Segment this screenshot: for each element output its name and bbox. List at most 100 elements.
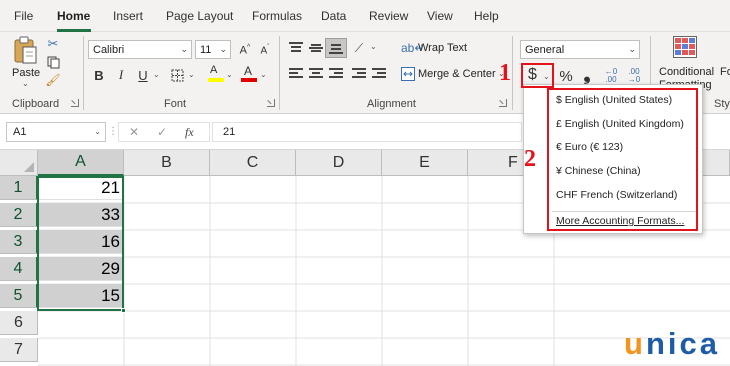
row-header[interactable]: 4 bbox=[0, 257, 38, 281]
comma-icon: ❟ bbox=[583, 63, 591, 84]
insert-function-icon[interactable]: fx bbox=[185, 125, 194, 140]
tab-view[interactable]: View bbox=[427, 9, 453, 23]
decrease-decimal-icon: .00 →0 bbox=[627, 67, 641, 84]
formula-controls: ✕ ✓ fx bbox=[118, 122, 210, 142]
row-header[interactable]: 6 bbox=[0, 311, 38, 335]
column-header[interactable]: A bbox=[38, 150, 124, 176]
cell-a3[interactable]: 16 bbox=[38, 230, 124, 254]
row-header[interactable]: 3 bbox=[0, 230, 38, 254]
tab-formulas[interactable]: Formulas bbox=[252, 9, 302, 23]
top-align-icon bbox=[289, 42, 303, 54]
font-color-button[interactable]: A bbox=[238, 63, 260, 83]
italic-icon: I bbox=[118, 67, 124, 82]
chevron-down-icon: ⌄ bbox=[153, 70, 160, 79]
align-left-button[interactable] bbox=[285, 64, 307, 84]
chevron-down-icon: ⌄ bbox=[226, 70, 233, 79]
italic-button[interactable]: I bbox=[110, 65, 132, 85]
comma-style-button[interactable]: ❟ bbox=[576, 64, 598, 84]
format-as-table-label[interactable]: Fo bbox=[720, 66, 730, 78]
decrease-decimal-button[interactable]: .00 →0 bbox=[623, 66, 645, 86]
bold-button[interactable]: B bbox=[88, 65, 110, 85]
bottom-align-button[interactable] bbox=[325, 38, 347, 58]
font-grow-icon: A^ bbox=[239, 43, 251, 57]
tab-data[interactable]: Data bbox=[321, 9, 346, 23]
borders-button[interactable] bbox=[166, 65, 188, 85]
top-align-button[interactable] bbox=[285, 38, 307, 58]
percent-style-button[interactable]: % bbox=[555, 66, 577, 86]
underline-icon: U bbox=[138, 67, 148, 83]
row-header[interactable]: 2 bbox=[0, 203, 38, 227]
clipboard-launcher-icon[interactable] bbox=[71, 99, 79, 107]
wrap-text-button[interactable]: ab↵ Wrap Text bbox=[400, 40, 470, 58]
vertical-dots-icon: ⋮ bbox=[108, 126, 118, 137]
chevron-down-icon: ⌄ bbox=[180, 44, 188, 54]
menu-item-chf[interactable]: CHF French (Switzerland) bbox=[556, 189, 677, 201]
cut-button[interactable]: ✂ bbox=[42, 34, 64, 54]
format-painter-button[interactable]: 🖌 bbox=[42, 70, 64, 90]
decrease-font-size-button[interactable]: Aˇ bbox=[254, 40, 276, 60]
column-header[interactable]: C bbox=[210, 150, 296, 176]
unica-logo: unica bbox=[624, 326, 720, 361]
fill-handle[interactable] bbox=[121, 308, 126, 313]
tab-home[interactable]: Home bbox=[57, 9, 90, 23]
font-launcher-icon[interactable] bbox=[267, 99, 275, 107]
paste-label: Paste bbox=[12, 67, 41, 79]
menu-item-cny[interactable]: ¥ Chinese (China) bbox=[556, 165, 641, 177]
column-header[interactable]: B bbox=[124, 150, 210, 176]
tab-insert[interactable]: Insert bbox=[113, 9, 143, 23]
chevron-down-icon: ⌄ bbox=[188, 70, 195, 79]
fill-color-button[interactable]: A bbox=[205, 63, 227, 83]
cell-a5[interactable]: 15 bbox=[38, 284, 124, 308]
decrease-indent-button[interactable] bbox=[348, 64, 370, 84]
alignment-launcher-icon[interactable] bbox=[499, 99, 507, 107]
more-accounting-formats-item[interactable]: More Accounting Formats... bbox=[556, 215, 684, 227]
orientation-button[interactable]: ⟋ bbox=[348, 38, 370, 58]
tab-file[interactable]: File bbox=[14, 9, 33, 23]
merge-center-button[interactable]: Merge & Center ⌄ bbox=[400, 66, 506, 84]
name-box[interactable]: A1 ⌄ bbox=[6, 122, 106, 142]
merge-cells-icon bbox=[401, 67, 415, 81]
font-size-value: 11 bbox=[200, 44, 212, 56]
row-header[interactable]: 5 bbox=[0, 284, 38, 308]
column-header[interactable]: E bbox=[382, 150, 468, 176]
row-header[interactable]: 7 bbox=[0, 338, 38, 362]
increase-decimal-button[interactable]: ←0 .00 bbox=[600, 66, 622, 86]
select-all-button[interactable] bbox=[0, 150, 38, 176]
menu-item-gbp[interactable]: £ English (United Kingdom) bbox=[556, 118, 684, 130]
paintbrush-icon: 🖌 bbox=[45, 73, 61, 87]
align-right-button[interactable] bbox=[325, 64, 347, 84]
text-angle-icon: ⟋ bbox=[354, 40, 364, 55]
name-box-value: A1 bbox=[13, 126, 27, 138]
cell-a1[interactable]: 21 bbox=[38, 176, 124, 200]
tab-review[interactable]: Review bbox=[369, 9, 408, 23]
group-divider bbox=[512, 36, 513, 110]
row-header[interactable]: 1 bbox=[0, 176, 38, 200]
middle-align-button[interactable] bbox=[305, 38, 327, 58]
number-format-select[interactable]: General ⌄ bbox=[520, 40, 640, 59]
chevron-down-icon: ⌄ bbox=[543, 72, 550, 81]
font-name-select[interactable]: Calibri ⌄ bbox=[88, 40, 192, 59]
column-header[interactable]: D bbox=[296, 150, 382, 176]
tab-help[interactable]: Help bbox=[474, 9, 499, 23]
alignment-group-label: Alignment bbox=[367, 98, 416, 110]
middle-align-icon bbox=[309, 42, 323, 54]
chevron-down-icon: ⌄ bbox=[260, 70, 267, 79]
cell-a2[interactable]: 33 bbox=[38, 203, 124, 227]
cancel-icon[interactable]: ✕ bbox=[129, 125, 139, 139]
increase-indent-button[interactable] bbox=[368, 64, 390, 84]
copy-button[interactable] bbox=[42, 52, 64, 72]
menu-item-usd[interactable]: $ English (United States) bbox=[556, 94, 672, 106]
paste-button[interactable]: Paste ⌄ bbox=[10, 34, 42, 88]
align-center-button[interactable] bbox=[305, 64, 327, 84]
underline-button[interactable]: U bbox=[132, 65, 154, 85]
menu-item-eur[interactable]: € Euro (€ 123) bbox=[556, 141, 623, 153]
increase-decimal-icon: ←0 .00 bbox=[604, 67, 618, 84]
increase-indent-icon bbox=[372, 68, 386, 80]
cell-a4[interactable]: 29 bbox=[38, 257, 124, 281]
increase-font-size-button[interactable]: A^ bbox=[234, 40, 256, 60]
enter-icon[interactable]: ✓ bbox=[157, 125, 167, 139]
formula-input[interactable]: 21 bbox=[212, 122, 522, 142]
font-size-select[interactable]: 11 ⌄ bbox=[195, 40, 231, 59]
tab-page-layout[interactable]: Page Layout bbox=[166, 9, 233, 23]
copy-icon bbox=[47, 56, 59, 68]
